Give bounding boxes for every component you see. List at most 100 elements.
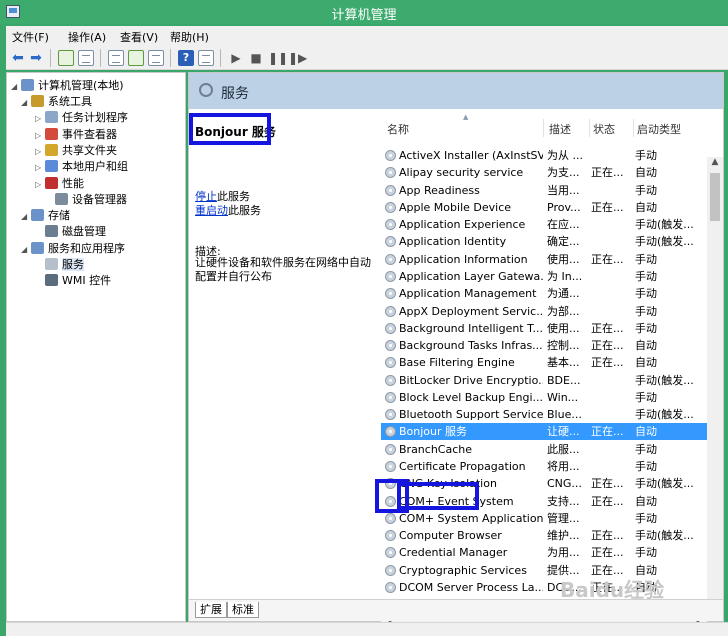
- up-folder-icon[interactable]: [58, 50, 74, 66]
- cell-name: ActiveX Installer (AxInstSV): [399, 149, 543, 162]
- tree-item[interactable]: WMI 控件: [35, 272, 111, 289]
- cell-startup: 手动: [635, 269, 657, 283]
- cell-name: Bonjour 服务: [399, 425, 468, 439]
- menu-file[interactable]: 文件(F): [12, 29, 49, 45]
- tree-item[interactable]: ▷ 共享文件夹: [35, 142, 117, 159]
- cell-desc: 让硬...: [547, 425, 580, 439]
- table-row[interactable]: Application Management 为通... 手动: [381, 285, 707, 302]
- column-startup-type[interactable]: 启动类型: [637, 121, 681, 137]
- expander-icon[interactable]: ◢: [21, 94, 31, 111]
- back-arrow-icon[interactable]: ⬅: [10, 50, 26, 66]
- expander-icon[interactable]: ▷: [35, 176, 45, 193]
- cell-name: DCOM Server Process La...: [399, 581, 543, 594]
- cell-startup: 手动(触发...: [635, 529, 694, 543]
- cell-desc: 使用...: [547, 252, 580, 266]
- tree-item[interactable]: 服务: [35, 256, 84, 273]
- tab-extended[interactable]: 扩展: [195, 602, 227, 618]
- scroll-up-icon[interactable]: ▲: [707, 157, 723, 171]
- restart-service-icon[interactable]: ❚▶: [288, 50, 307, 66]
- stop-service-icon[interactable]: ■: [248, 50, 264, 66]
- table-row[interactable]: Application Identity 确定... 手动(触发...: [381, 233, 707, 250]
- cell-startup: 手动(触发...: [635, 235, 694, 249]
- table-row[interactable]: BitLocker Drive Encryptio... BDE... 手动(触发.…: [381, 372, 707, 389]
- scroll-thumb[interactable]: [710, 173, 720, 221]
- cell-name: BranchCache: [399, 442, 473, 456]
- cell-desc: 使用...: [547, 321, 580, 335]
- export-icon[interactable]: [148, 50, 164, 66]
- tree-item[interactable]: 磁盘管理: [35, 223, 106, 240]
- table-row[interactable]: Base Filtering Engine 基本... 正在... 自动: [381, 354, 707, 371]
- forward-arrow-icon[interactable]: ➡: [28, 50, 44, 66]
- cell-desc: 在应...: [547, 218, 580, 232]
- tree-node-icon: [45, 127, 58, 140]
- service-gear-icon: [385, 167, 396, 179]
- table-row[interactable]: Bonjour 服务 让硬... 正在... 自动: [381, 423, 707, 441]
- tree-node-icon: [45, 160, 58, 173]
- column-separator[interactable]: [589, 119, 590, 137]
- description-text: 让硬件设备和软件服务在网络中自动配置并自行公布: [195, 256, 371, 283]
- table-row[interactable]: Alipay security service 为支... 正在... 自动: [381, 164, 707, 181]
- tree-item[interactable]: ▷ 本地用户和组: [35, 158, 128, 175]
- refresh-icon[interactable]: [128, 50, 144, 66]
- service-gear-icon: [385, 391, 396, 403]
- cell-name: Certificate Propagation: [399, 460, 526, 474]
- cell-desc: CNG...: [547, 477, 582, 491]
- pause-service-icon[interactable]: ❚❚: [268, 50, 288, 66]
- service-gear-icon: [385, 582, 396, 593]
- column-description[interactable]: 描述: [549, 121, 571, 137]
- tree-item[interactable]: ◢ 服务和应用程序: [21, 240, 125, 257]
- column-separator[interactable]: [633, 119, 634, 137]
- table-row[interactable]: Background Tasks Infras... 控制... 正在... 自动: [381, 337, 707, 354]
- expander-icon[interactable]: ◢: [21, 241, 31, 258]
- table-row[interactable]: Application Experience 在应... 手动(触发...: [381, 216, 707, 233]
- table-row[interactable]: Block Level Backup Engi... Win... 手动: [381, 389, 707, 406]
- cell-startup: 手动: [635, 321, 657, 335]
- expander-icon[interactable]: ◢: [21, 208, 31, 225]
- tab-standard[interactable]: 标准: [227, 602, 259, 618]
- cell-startup: 手动: [635, 390, 657, 404]
- tree-item-label: 共享文件夹: [62, 143, 117, 157]
- table-row[interactable]: Bluetooth Support Service Blue... 手动(触发...: [381, 406, 707, 423]
- table-row[interactable]: Credential Manager 为用... 正在... 手动: [381, 544, 707, 561]
- show-hide-action-icon[interactable]: [198, 50, 214, 66]
- restart-service-link[interactable]: 重启动此服务: [195, 202, 261, 218]
- properties-icon[interactable]: [108, 50, 124, 66]
- table-row[interactable]: Computer Browser 维护... 正在... 手动(触发...: [381, 527, 707, 544]
- table-row[interactable]: AppX Deployment Servic... 为部... 手动: [381, 303, 707, 320]
- vertical-scrollbar[interactable]: ▲ ▼: [707, 157, 723, 619]
- table-row[interactable]: Apple Mobile Device Prov... 正在... 自动: [381, 199, 707, 216]
- show-hide-tree-icon[interactable]: [78, 50, 94, 66]
- toolbar-separator: [220, 49, 221, 67]
- help-icon[interactable]: ?: [178, 50, 194, 66]
- tree-item-root[interactable]: ◢ 计算机管理(本地): [11, 77, 124, 94]
- table-row[interactable]: App Readiness 当用... 手动: [381, 182, 707, 199]
- table-row[interactable]: COM+ System Application 管理... 手动: [381, 510, 707, 527]
- column-name[interactable]: 名称: [387, 121, 409, 137]
- column-status[interactable]: 状态: [593, 121, 615, 137]
- tree-item[interactable]: ▷ 任务计划程序: [35, 109, 128, 126]
- cell-name: Base Filtering Engine: [399, 356, 515, 370]
- cell-startup: 手动(触发...: [635, 408, 694, 422]
- menu-help[interactable]: 帮助(H): [170, 29, 209, 45]
- start-service-icon[interactable]: ▶: [228, 50, 244, 66]
- menu-view[interactable]: 查看(V): [120, 29, 158, 45]
- tree-item[interactable]: ◢ 存储: [21, 207, 70, 224]
- tree-item[interactable]: 设备管理器: [45, 191, 127, 208]
- tree-item[interactable]: ▷ 性能: [35, 175, 84, 192]
- tree-item[interactable]: ▷ 事件查看器: [35, 126, 117, 143]
- table-row[interactable]: Background Intelligent T... 使用... 正在... 手动: [381, 320, 707, 337]
- sort-arrow-icon: ▲: [463, 113, 469, 121]
- table-row[interactable]: ActiveX Installer (AxInstSV) 为从 ... 手动: [381, 147, 707, 164]
- table-row[interactable]: Application Layer Gatewa... 为 In... 手动: [381, 268, 707, 285]
- column-separator[interactable]: [543, 119, 544, 137]
- table-row[interactable]: Application Information 使用... 正在... 手动: [381, 251, 707, 268]
- expander-icon[interactable]: ◢: [11, 78, 21, 95]
- cell-desc: 控制...: [547, 339, 580, 353]
- cell-name: Alipay security service: [399, 166, 524, 180]
- tree-item[interactable]: ◢ 系统工具: [21, 93, 92, 110]
- highlight-box: [189, 113, 271, 145]
- table-row[interactable]: BranchCache 此服... 手动: [381, 441, 707, 458]
- table-row[interactable]: Certificate Propagation 将用... 手动: [381, 458, 707, 475]
- menu-action[interactable]: 操作(A): [68, 29, 106, 45]
- cell-startup: 手动: [635, 287, 657, 301]
